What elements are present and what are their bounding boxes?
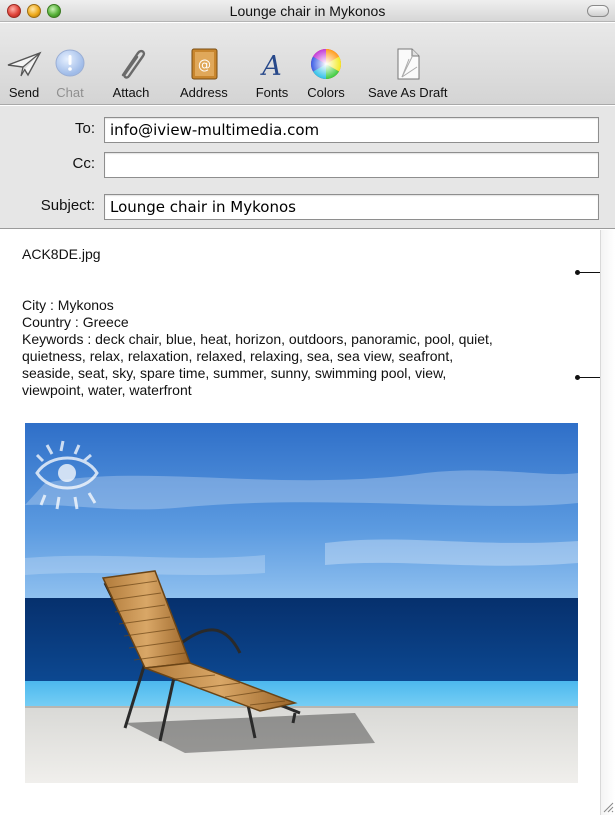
message-body[interactable]: ACK8DE.jpg City : Mykonos Country : Gree… bbox=[0, 230, 615, 815]
country-line: Country : Greece bbox=[22, 314, 129, 330]
callout-line bbox=[578, 377, 600, 378]
cc-label: Cc: bbox=[72, 155, 96, 172]
subject-field[interactable]: Lounge chair in Mykonos bbox=[104, 194, 599, 220]
send-button[interactable]: Send bbox=[4, 46, 44, 100]
attached-photo[interactable] bbox=[25, 423, 578, 783]
svg-text:A: A bbox=[259, 51, 282, 81]
color-wheel-icon bbox=[306, 46, 346, 82]
colors-button[interactable]: Colors bbox=[306, 46, 346, 100]
attach-button[interactable]: Attach bbox=[111, 46, 151, 100]
address-book-icon: @ bbox=[184, 46, 224, 82]
keywords-line: quietness, relax, relaxation, relaxed, r… bbox=[22, 348, 454, 364]
keywords-line: viewpoint, water, waterfront bbox=[22, 382, 192, 398]
cc-row: Cc: bbox=[0, 152, 615, 178]
toolbar: Send Chat Attach @ Address A Fonts Color… bbox=[0, 23, 615, 105]
subject-label: Subject: bbox=[40, 197, 95, 214]
city-line: City : Mykonos bbox=[22, 297, 114, 313]
to-label: To: bbox=[74, 120, 95, 137]
chat-button[interactable]: Chat bbox=[50, 46, 90, 100]
toolbar-toggle-button[interactable] bbox=[587, 5, 609, 17]
resize-grip-icon[interactable] bbox=[601, 800, 614, 813]
cc-field[interactable] bbox=[104, 152, 599, 178]
callout-line bbox=[578, 272, 600, 273]
svg-text:@: @ bbox=[198, 58, 211, 73]
message-text: ACK8DE.jpg City : Mykonos Country : Gree… bbox=[22, 246, 582, 399]
to-field[interactable]: info@iview-multimedia.com bbox=[104, 117, 599, 143]
to-row: To: info@iview-multimedia.com bbox=[0, 117, 615, 143]
vertical-scrollbar[interactable] bbox=[600, 230, 615, 815]
paperclip-icon bbox=[111, 46, 151, 82]
chat-icon bbox=[50, 46, 90, 82]
window-title: Lounge chair in Mykonos bbox=[229, 3, 386, 19]
address-button[interactable]: @ Address bbox=[180, 46, 228, 100]
save-as-draft-button[interactable]: Save As Draft bbox=[368, 46, 447, 100]
attachment-filename: ACK8DE.jpg bbox=[22, 246, 101, 262]
keywords-line: Keywords : deck chair, blue, heat, horiz… bbox=[22, 331, 493, 347]
fonts-button[interactable]: A Fonts bbox=[252, 46, 292, 100]
message-headers: To: info@iview-multimedia.com Cc: Subjec… bbox=[0, 106, 615, 229]
title-bar: Lounge chair in Mykonos bbox=[0, 0, 615, 22]
keywords-line: seaside, seat, sky, spare time, summer, … bbox=[22, 365, 447, 381]
draft-document-icon bbox=[388, 46, 428, 82]
subject-row: Subject: Lounge chair in Mykonos bbox=[0, 194, 615, 220]
send-icon bbox=[4, 46, 44, 82]
fonts-icon: A bbox=[252, 46, 292, 82]
